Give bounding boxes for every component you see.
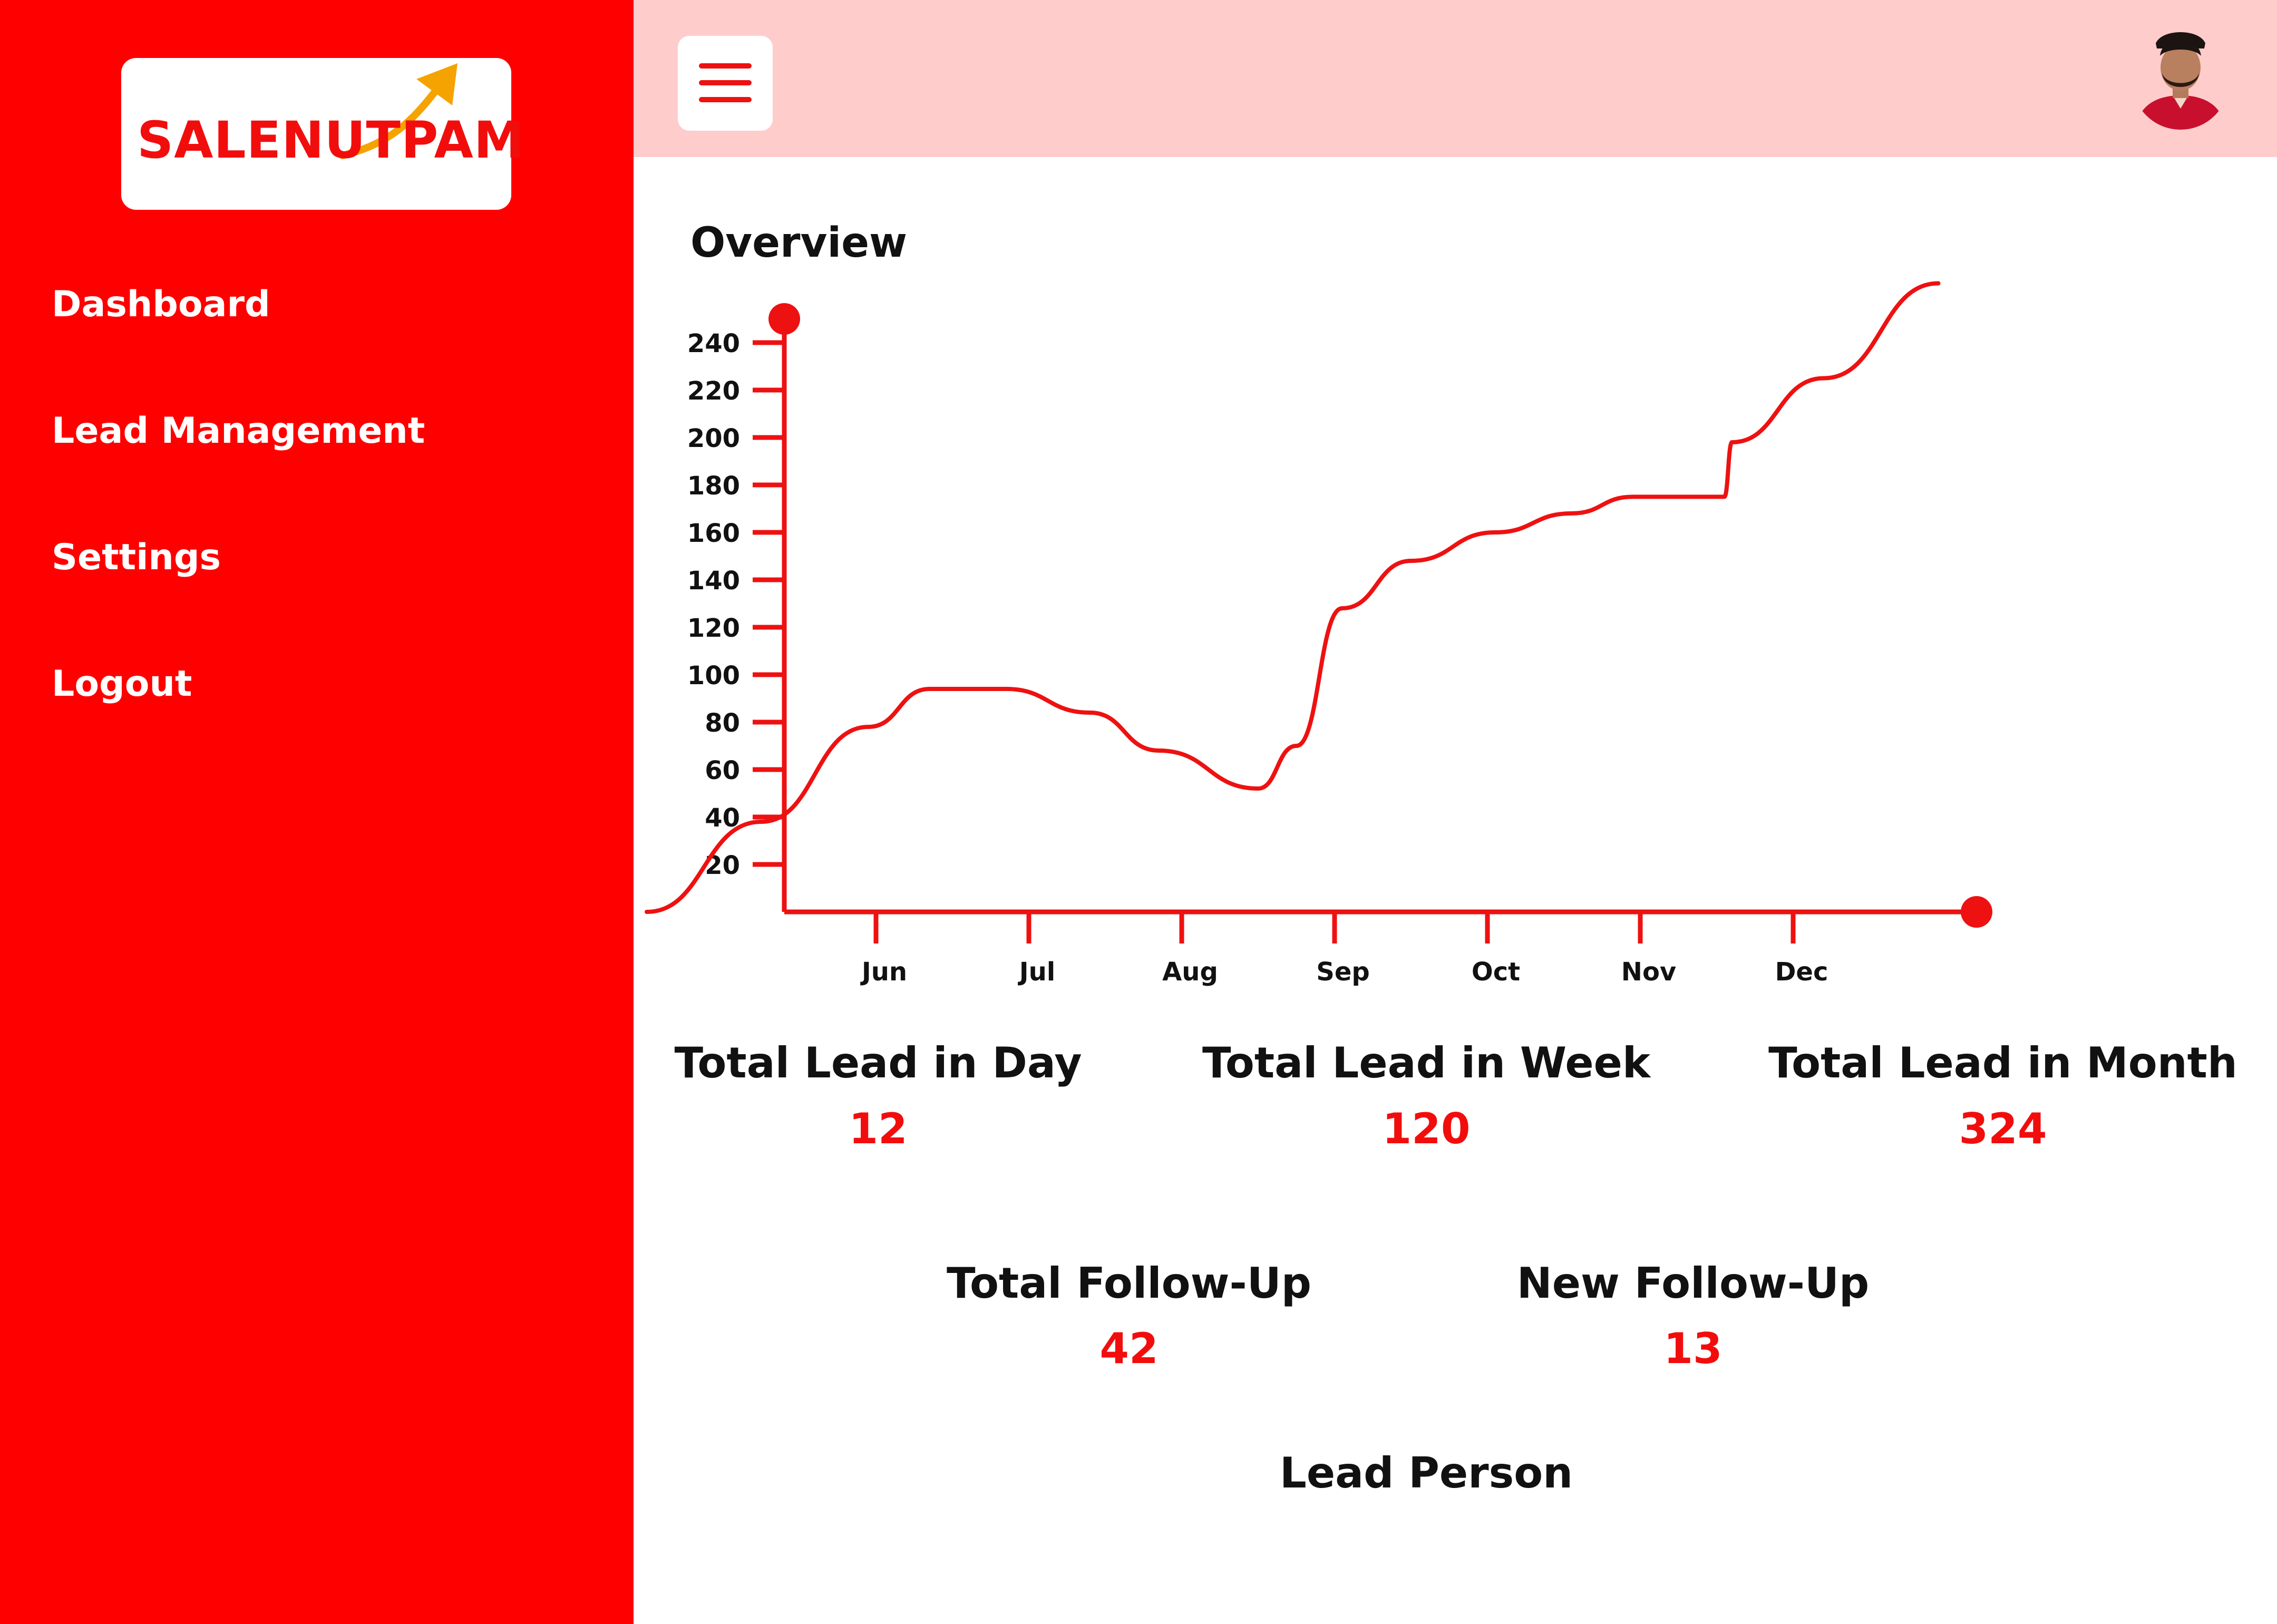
x-axis-end-marker (1961, 896, 1992, 928)
y-tick-label: 140 (687, 566, 740, 596)
stat-value-total-followup: 42 (1099, 1324, 1159, 1373)
y-tick-label: 80 (705, 708, 740, 738)
lead-person-title: Lead Person (1279, 1448, 1573, 1497)
top-bar (634, 0, 2277, 157)
y-tick-label: 60 (705, 756, 740, 785)
y-tick-label: 200 (687, 424, 740, 453)
x-tick-label: Dec (1775, 957, 1828, 987)
sidebar-item-settings[interactable]: Settings (52, 537, 221, 578)
logo-text: SALENUTPAM (137, 111, 525, 170)
x-tick-label: Aug (1162, 957, 1218, 987)
stat-value-week: 120 (1382, 1104, 1471, 1153)
y-tick-label: 220 (687, 376, 740, 406)
stat-label-day: Total Lead in Day (674, 1038, 1082, 1087)
y-tick-label: 120 (687, 614, 740, 643)
sidebar-item-lead-management[interactable]: Lead Management (52, 410, 425, 452)
stat-label-total-followup: Total Follow-Up (947, 1259, 1311, 1308)
stat-value-day: 12 (849, 1104, 908, 1153)
y-tick-label: 160 (687, 519, 740, 548)
x-tick-label: Nov (1621, 957, 1676, 987)
sidebar-item-logout[interactable]: Logout (52, 663, 192, 705)
overview-line-chart: 20406080100120140160180200220240Jun Jul Au… (645, 281, 1992, 987)
series-line (645, 281, 1941, 914)
sidebar-item-dashboard[interactable]: Dashboard (52, 284, 270, 325)
stat-label-new-followup: New Follow-Up (1516, 1259, 1870, 1308)
x-tick-label: Oct (1472, 957, 1520, 987)
y-tick-label: 100 (687, 661, 740, 691)
y-axis-end-marker (768, 303, 800, 335)
y-tick-label: 240 (687, 329, 740, 358)
menu-button[interactable] (678, 36, 773, 131)
stat-label-month: Total Lead in Month (1768, 1038, 2237, 1087)
stat-label-week: Total Lead in Week (1202, 1038, 1651, 1087)
x-tick-label: Jul (1018, 957, 1055, 987)
user-avatar[interactable] (2130, 24, 2231, 130)
x-tick-label: Sep (1316, 957, 1369, 987)
brand-logo[interactable]: SALENUTPAM (121, 58, 524, 210)
sidebar: SALENUTPAM Dashboard Lead Management Set… (0, 0, 634, 1624)
stat-value-month: 324 (1959, 1104, 2047, 1153)
stat-value-new-followup: 13 (1663, 1324, 1723, 1373)
y-tick-label: 180 (687, 471, 740, 501)
x-tick-label: Jun (860, 957, 907, 987)
